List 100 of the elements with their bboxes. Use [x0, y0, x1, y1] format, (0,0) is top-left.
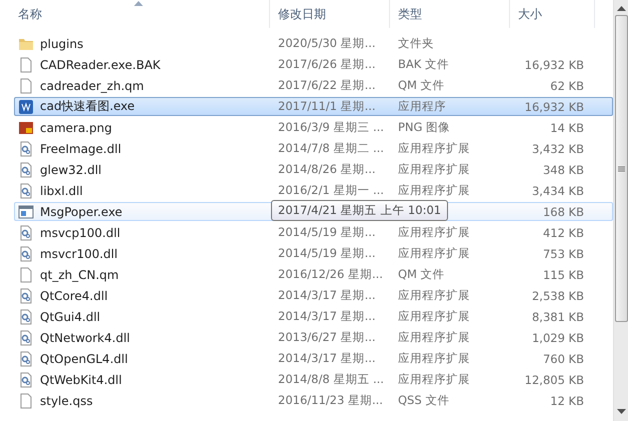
- file-name: glew32.dll: [40, 162, 102, 176]
- file-name: QtCore4.dll: [40, 288, 108, 302]
- gear-file-icon: [18, 308, 34, 324]
- file-row[interactable]: QtCore4.dll 2014/3/17 星期... 应用程序扩展 2,538 KB: [14, 286, 613, 305]
- file-type: 应用程序扩展: [397, 141, 471, 156]
- column-header[interactable]: 修改日期: [270, 0, 390, 28]
- file-name: camera.png: [40, 120, 112, 134]
- file-name: msvcr100.dll: [40, 246, 118, 260]
- modified-date: 2016/3/9 星期三 ...: [277, 120, 385, 135]
- file-row[interactable]: style.qss 2016/11/23 星期... QSS 文件 12 KB: [14, 391, 613, 410]
- file-row[interactable]: QtOpenGL4.dll 2014/3/17 星期... 应用程序扩展 760 KB: [14, 349, 613, 368]
- modified-date: 2020/5/30 星期...: [277, 36, 377, 51]
- file-name: QtWebKit4.dll: [40, 372, 122, 386]
- modified-date: 2014/8/26 星期...: [277, 162, 377, 177]
- file-type: PNG 图像: [397, 120, 452, 135]
- file-type: QM 文件: [397, 267, 446, 282]
- modified-date: 2016/2/1 星期一 ...: [277, 183, 385, 198]
- modified-date: 2014/3/17 星期...: [277, 351, 377, 366]
- file-name: plugins: [40, 36, 84, 50]
- scroll-up-icon[interactable]: [616, 6, 626, 12]
- gear-file-icon: [18, 162, 34, 178]
- modified-date: 2014/3/17 星期...: [277, 288, 377, 303]
- file-size: 8,381 KB: [530, 310, 584, 324]
- file-row[interactable]: QtGui4.dll 2014/3/17 星期... 应用程序扩展 8,381 KB: [14, 307, 613, 326]
- file-size: 12 KB: [549, 394, 584, 408]
- column-header[interactable]: 类型: [390, 0, 510, 28]
- file-size: 412 KB: [542, 226, 584, 240]
- file-name: style.qss: [40, 394, 93, 408]
- file-row[interactable]: CADReader.exe.BAK 2017/6/26 星期... BAK 文件 16,932 KB: [14, 55, 613, 74]
- file-name: QtNetwork4.dll: [40, 330, 130, 344]
- app-icon: [18, 98, 34, 114]
- file-row[interactable]: libxl.dll 2016/2/1 星期一 ... 应用程序扩展 3,434 KB: [14, 181, 613, 200]
- window-icon: [18, 204, 34, 220]
- file-row[interactable]: QtWebKit4.dll 2014/8/8 星期五 ... 应用程序扩展 12,805 KB: [14, 370, 613, 389]
- file-size: 1,029 KB: [530, 330, 584, 344]
- file-size: 14 KB: [549, 120, 584, 134]
- column-header[interactable]: 名称: [0, 0, 270, 28]
- modified-date: 2013/6/27 星期...: [277, 330, 377, 345]
- tooltip: 2017/4/21 星期五 上午 10:01: [271, 200, 448, 221]
- file-type: 应用程序扩展: [397, 330, 471, 345]
- file-size: 16,932 KB: [524, 100, 584, 114]
- file-row[interactable]: msvcp100.dll 2014/5/19 星期... 应用程序扩展 412 KB: [14, 223, 613, 242]
- file-size: 12,805 KB: [524, 372, 584, 386]
- modified-date: 2017/6/26 星期...: [277, 57, 377, 72]
- gear-file-icon: [18, 246, 34, 262]
- gear-file-icon: [18, 350, 34, 366]
- file-row[interactable]: camera.png 2016/3/9 星期三 ... PNG 图像 14 KB: [14, 118, 613, 137]
- file-icon: [18, 56, 34, 72]
- file-row[interactable]: glew32.dll 2014/8/26 星期... 应用程序扩展 348 KB: [14, 160, 613, 179]
- file-row[interactable]: plugins 2020/5/30 星期... 文件夹: [14, 34, 613, 53]
- gear-file-icon: [18, 288, 34, 304]
- file-name: qt_zh_CN.qm: [40, 268, 119, 282]
- file-type: 应用程序扩展: [397, 225, 471, 240]
- gear-file-icon: [18, 182, 34, 198]
- file-name: CADReader.exe.BAK: [40, 58, 160, 72]
- modified-date: 2014/3/17 星期...: [277, 309, 377, 324]
- file-name: FreeImage.dll: [40, 142, 122, 156]
- file-name: libxl.dll: [40, 184, 83, 198]
- file-name: QtGui4.dll: [40, 310, 100, 324]
- file-name: cad快速看图.exe: [40, 98, 135, 115]
- file-row[interactable]: cad快速看图.exe 2017/11/1 星期... 应用程序 16,932 KB: [14, 97, 613, 116]
- file-size: 168 KB: [542, 204, 584, 218]
- file-size: 2,538 KB: [530, 288, 584, 302]
- gear-file-icon: [18, 140, 34, 156]
- image-file-icon: [18, 120, 34, 136]
- modified-date: 2016/12/26 星期...: [277, 267, 384, 282]
- file-row[interactable]: MsgPoper.exe 2017/4/21 星期五 上午 10:01 168 KB: [14, 202, 613, 221]
- grip-icon: [618, 166, 624, 172]
- modified-date: 2016/11/23 星期...: [277, 393, 384, 408]
- file-row[interactable]: msvcr100.dll 2014/5/19 星期... 应用程序扩展 753 KB: [14, 244, 613, 263]
- modified-date: 2014/7/8 星期二 ...: [277, 141, 385, 156]
- column-header[interactable]: 大小: [510, 0, 595, 28]
- file-icon: [18, 78, 34, 94]
- file-size: 348 KB: [542, 162, 584, 176]
- gear-file-icon: [18, 372, 34, 388]
- modified-date: 2014/5/19 星期...: [277, 246, 377, 261]
- file-type: 应用程序扩展: [397, 162, 471, 177]
- file-type: 应用程序: [397, 99, 447, 114]
- gear-file-icon: [18, 330, 34, 346]
- file-size: 3,432 KB: [530, 142, 584, 156]
- file-size: 62 KB: [549, 78, 584, 92]
- file-size: 753 KB: [542, 246, 584, 260]
- file-type: 应用程序扩展: [397, 288, 471, 303]
- file-size: 115 KB: [542, 268, 584, 282]
- modified-date: 2014/5/19 星期...: [277, 225, 377, 240]
- file-row[interactable]: cadreader_zh.qm 2017/6/22 星期... QM 文件 62 KB: [14, 76, 613, 95]
- modified-date: 2017/11/1 星期...: [277, 99, 377, 114]
- scrollbar-thumb[interactable]: [614, 15, 628, 322]
- file-row[interactable]: FreeImage.dll 2014/7/8 星期二 ... 应用程序扩展 3,432 KB: [14, 139, 613, 158]
- modified-date: 2014/8/8 星期五 ...: [277, 372, 385, 387]
- file-type: 应用程序扩展: [397, 246, 471, 261]
- file-name: QtOpenGL4.dll: [40, 352, 128, 366]
- file-size: 16,932 KB: [524, 58, 584, 72]
- file-row[interactable]: QtNetwork4.dll 2013/6/27 星期... 应用程序扩展 1,029 KB: [14, 328, 613, 347]
- modified-date: 2017/6/22 星期...: [277, 78, 377, 93]
- file-size: 760 KB: [542, 352, 584, 366]
- file-row[interactable]: qt_zh_CN.qm 2016/12/26 星期... QM 文件 115 KB: [14, 265, 613, 284]
- scroll-down-icon[interactable]: [616, 409, 626, 415]
- file-name: cadreader_zh.qm: [40, 78, 144, 92]
- file-type: 应用程序扩展: [397, 372, 471, 387]
